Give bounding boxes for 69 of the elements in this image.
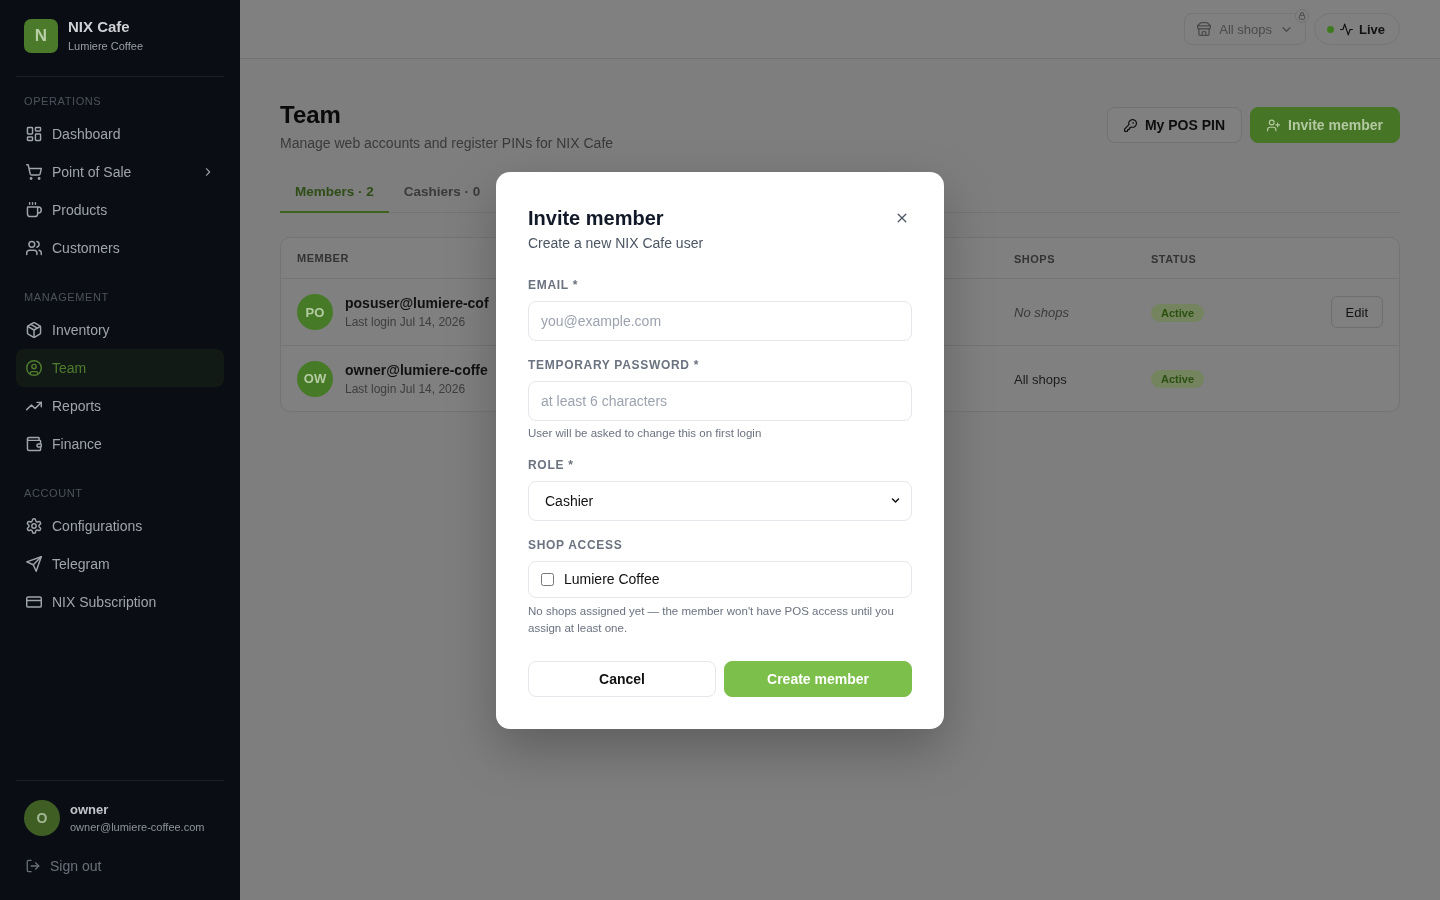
key-icon [1123, 118, 1137, 132]
field-label: TEMPORARY PASSWORD * [528, 356, 701, 374]
pulse-icon [1340, 22, 1353, 36]
page-subtitle: Manage web accounts and register PINs for NIX Cafe [280, 134, 614, 152]
field-hint: No shops assigned yet — the member won't have POS access until you assign at least one. [528, 603, 895, 636]
logo-tile: N [24, 18, 58, 53]
settings-icon [26, 518, 42, 534]
user-circle-icon [26, 360, 42, 376]
store-icon [1197, 22, 1212, 36]
checkbox[interactable] [541, 572, 554, 586]
pin-button[interactable]: My POS PIN [1106, 107, 1243, 143]
last-login: Last login Jul 14, 2026 [345, 380, 467, 397]
column-header: STATUS [1151, 253, 1197, 265]
live-button[interactable]: Live [1314, 13, 1400, 45]
member-avatar: OW [297, 360, 333, 397]
nav-item[interactable]: Dashboard [16, 115, 224, 153]
field-label: SHOP ACCESS [528, 536, 624, 554]
field-label: EMAIL * [528, 276, 580, 294]
email-field[interactable]: you@example.com [528, 300, 912, 341]
sign-out-link[interactable]: Sign out [24, 852, 104, 880]
user-name: owner [70, 802, 110, 818]
page-title: Team [280, 100, 342, 130]
field-label: ROLE * [528, 456, 575, 474]
shop-access-text: No shops [1014, 305, 1069, 320]
nav-item[interactable]: Finance [16, 425, 224, 463]
nav-item[interactable]: Products [16, 191, 224, 229]
status-badge: Active [1151, 370, 1205, 388]
column-header: MEMBER [297, 252, 349, 264]
member-email: posuser@lumiere-cof [345, 294, 489, 312]
box-icon [26, 322, 42, 338]
role-select[interactable]: Cashier [528, 480, 912, 521]
user-email: owner@lumiere-coffee.com [70, 820, 205, 834]
nav-item[interactable]: NIX Subscription [16, 583, 224, 621]
dialog-subtitle: Create a new NIX Cafe user [528, 233, 705, 253]
nav-item[interactable]: Reports [16, 387, 224, 425]
nav-item[interactable]: Customers [16, 229, 224, 267]
nav-item[interactable]: Inventory [16, 311, 224, 349]
wallet-icon [26, 436, 42, 452]
nav-item[interactable]: Configurations [16, 507, 224, 545]
section-heading: MANAGEMENT [23, 290, 110, 305]
field-hint: User will be asked to change this on first login [528, 425, 763, 441]
nav-item[interactable]: Point of Sale [16, 153, 224, 191]
grid-icon [26, 126, 42, 142]
paper-plane-icon [26, 556, 42, 572]
shop-option-label: Lumiere Coffee [564, 571, 660, 587]
user-plus-icon [1267, 118, 1281, 132]
brand-subtitle: Lumiere Coffee [68, 39, 143, 53]
status-badge: Active [1151, 303, 1205, 322]
user-avatar: O [24, 800, 60, 836]
nav-item[interactable]: Team [16, 349, 224, 387]
last-login: Last login Jul 14, 2026 [345, 314, 467, 330]
section-heading: OPERATIONS [23, 94, 103, 109]
section-heading: ACCOUNT [23, 486, 84, 501]
dialog-title: Invite member [528, 205, 664, 231]
nav-item[interactable]: Telegram [16, 545, 224, 583]
edit-button[interactable]: Edit [1330, 296, 1383, 328]
member-email: owner@lumiere-coffe [345, 360, 488, 379]
cancel-button[interactable]: Cancel [528, 660, 716, 697]
password-field[interactable]: at least 6 characters [528, 380, 912, 421]
column-header: SHOPS [1014, 253, 1055, 265]
shop-access-text: All shops [1014, 371, 1067, 387]
cart-icon [26, 164, 42, 180]
chevron-down-icon [890, 495, 901, 506]
member-avatar: PO [297, 294, 333, 330]
brand-name: NIX Cafe [68, 18, 131, 36]
card-icon [26, 594, 42, 610]
users-icon [26, 240, 42, 256]
logout-icon [26, 859, 40, 873]
cup-icon [26, 202, 42, 218]
